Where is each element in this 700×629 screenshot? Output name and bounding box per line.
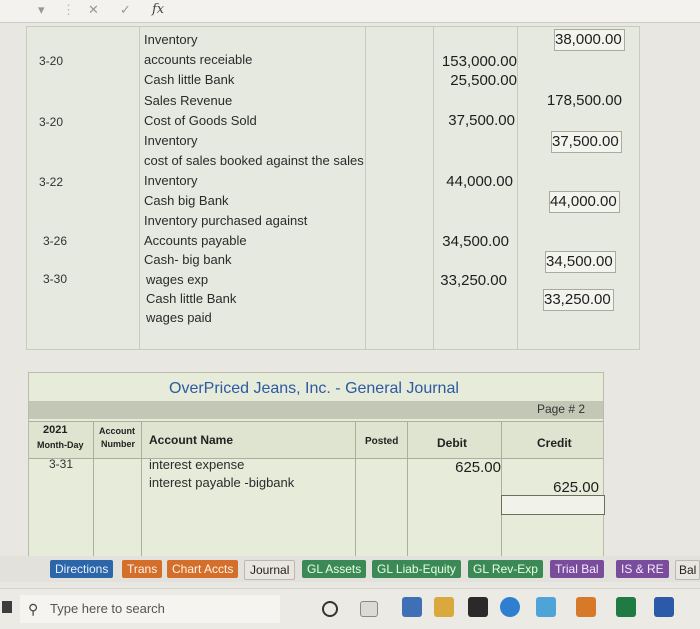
account-cell[interactable]: Cost of Goods Sold (144, 113, 257, 128)
edge-icon[interactable] (500, 597, 520, 617)
grid-line (365, 27, 366, 349)
account-cell[interactable]: Sales Revenue (144, 93, 232, 108)
date-cell[interactable]: 3-22 (39, 175, 63, 189)
number-header: Number (101, 439, 136, 449)
app-icon[interactable] (576, 597, 596, 617)
confirm-icon[interactable]: ✓ (120, 2, 131, 18)
grid-line (139, 27, 140, 349)
cortana-icon[interactable] (322, 601, 338, 617)
account-cell[interactable]: wages exp (146, 272, 208, 287)
account-cell[interactable]: Cash little Bank (144, 72, 234, 87)
debit-cell[interactable]: 37,500.00 (427, 112, 515, 129)
store-icon[interactable] (402, 597, 422, 617)
tab-gl-rev-exp[interactable]: GL Rev-Exp (468, 560, 543, 578)
posted-header: Posted (365, 436, 399, 447)
tab-gl-assets[interactable]: GL Assets (302, 560, 367, 578)
search-icon: ⚲ (28, 601, 39, 617)
debit-cell[interactable]: 44,000.00 (427, 173, 513, 190)
month-day-header: Month-Day (37, 440, 84, 450)
date-cell[interactable]: 3-20 (39, 115, 63, 129)
tab-is-re[interactable]: IS & RE (616, 560, 669, 578)
credit-cell[interactable]: 34,500.00 (545, 251, 616, 273)
tab-trans[interactable]: Trans (122, 560, 163, 578)
credit-cell[interactable]: 38,000.00 (554, 29, 625, 51)
debit-cell[interactable]: 34,500.00 (423, 233, 509, 250)
tab-journal[interactable]: Journal (244, 560, 296, 580)
tab-gl-liab-equity[interactable]: GL Liab-Equity (372, 560, 461, 578)
account-cell[interactable]: Cash little Bank (146, 291, 236, 306)
grid-line (517, 27, 518, 349)
sheet-tabs: Directions Trans Chart Accts Journal GL … (0, 556, 700, 582)
account-header: Account (99, 426, 135, 436)
app-icon[interactable] (536, 597, 556, 617)
debit-cell[interactable]: 625.00 (409, 459, 501, 476)
credit-cell[interactable]: 178,500.00 (527, 92, 622, 109)
credit-cell[interactable]: 33,250.00 (543, 289, 614, 311)
divider-dots: ⋮ (62, 2, 75, 17)
formula-bar: ▾ ⋮ ✕ ✓ fx (0, 0, 700, 23)
account-cell[interactable]: accounts receiable (144, 52, 252, 67)
file-explorer-icon[interactable] (434, 597, 454, 617)
year-header: 2021 (43, 424, 68, 436)
search-box[interactable]: ⚲ Type here to search (20, 595, 280, 623)
memo-cell[interactable]: Inventory purchased against (144, 213, 307, 228)
tab-chart-accts[interactable]: Chart Accts (167, 560, 239, 578)
function-icon[interactable]: fx (152, 2, 164, 17)
app-icon[interactable] (468, 597, 488, 617)
grid-line (93, 421, 94, 567)
tab-directions[interactable]: Directions (50, 560, 114, 578)
date-cell[interactable]: 3-26 (43, 234, 67, 248)
cancel-icon[interactable]: ✕ (88, 2, 99, 18)
debit-header: Debit (437, 436, 467, 450)
account-cell[interactable]: interest expense (149, 457, 244, 472)
journal-sheet: Inventory 38,000.00 3-20 accounts receia… (26, 26, 640, 350)
credit-cell[interactable]: 44,000.00 (549, 191, 620, 213)
general-journal: OverPriced Jeans, Inc. - General Journal… (28, 372, 605, 568)
taskbar: ⚲ Type here to search (0, 588, 700, 629)
date-cell[interactable]: 3-20 (39, 54, 63, 68)
memo-cell[interactable]: cost of sales booked against the sales m… (144, 153, 364, 168)
start-icon[interactable] (2, 601, 12, 613)
word-icon[interactable] (654, 597, 674, 617)
account-cell[interactable]: Inventory (144, 173, 197, 188)
search-placeholder: Type here to search (50, 601, 165, 616)
account-name-header: Account Name (149, 433, 234, 447)
tab-bal[interactable]: Bal (675, 560, 700, 580)
excel-icon[interactable] (616, 597, 636, 617)
date-cell[interactable]: 3-30 (43, 272, 67, 286)
account-cell[interactable]: Cash big Bank (144, 193, 229, 208)
tab-trial-bal[interactable]: Trial Bal (550, 560, 604, 578)
date-cell[interactable]: 3-31 (49, 457, 73, 471)
selected-cell[interactable] (501, 495, 605, 515)
page-number: Page # 2 (536, 402, 585, 416)
account-cell[interactable]: Inventory (144, 32, 197, 47)
account-cell[interactable]: interest payable -bigbank (149, 475, 294, 490)
debit-cell[interactable]: 33,250.00 (419, 272, 507, 289)
name-box-dropdown-icon[interactable]: ▾ (38, 2, 45, 18)
memo-cell[interactable]: wages paid (146, 310, 212, 325)
credit-cell[interactable]: 625.00 (503, 479, 599, 496)
account-cell[interactable]: Inventory (144, 133, 197, 148)
grid-line (407, 421, 408, 567)
credit-header: Credit (537, 436, 572, 450)
grid-line (501, 421, 502, 567)
credit-cell[interactable]: 37,500.00 (551, 131, 622, 153)
general-journal-title: OverPriced Jeans, Inc. - General Journal (169, 380, 459, 397)
title-separator (29, 401, 603, 419)
grid-line (141, 421, 142, 567)
grid-line (355, 421, 356, 567)
debit-cell[interactable]: 153,000.00 (427, 53, 517, 70)
account-cell[interactable]: Cash- big bank (144, 252, 231, 267)
account-cell[interactable]: Accounts payable (144, 233, 247, 248)
task-view-icon[interactable] (360, 601, 378, 617)
debit-cell[interactable]: 25,500.00 (427, 72, 517, 89)
